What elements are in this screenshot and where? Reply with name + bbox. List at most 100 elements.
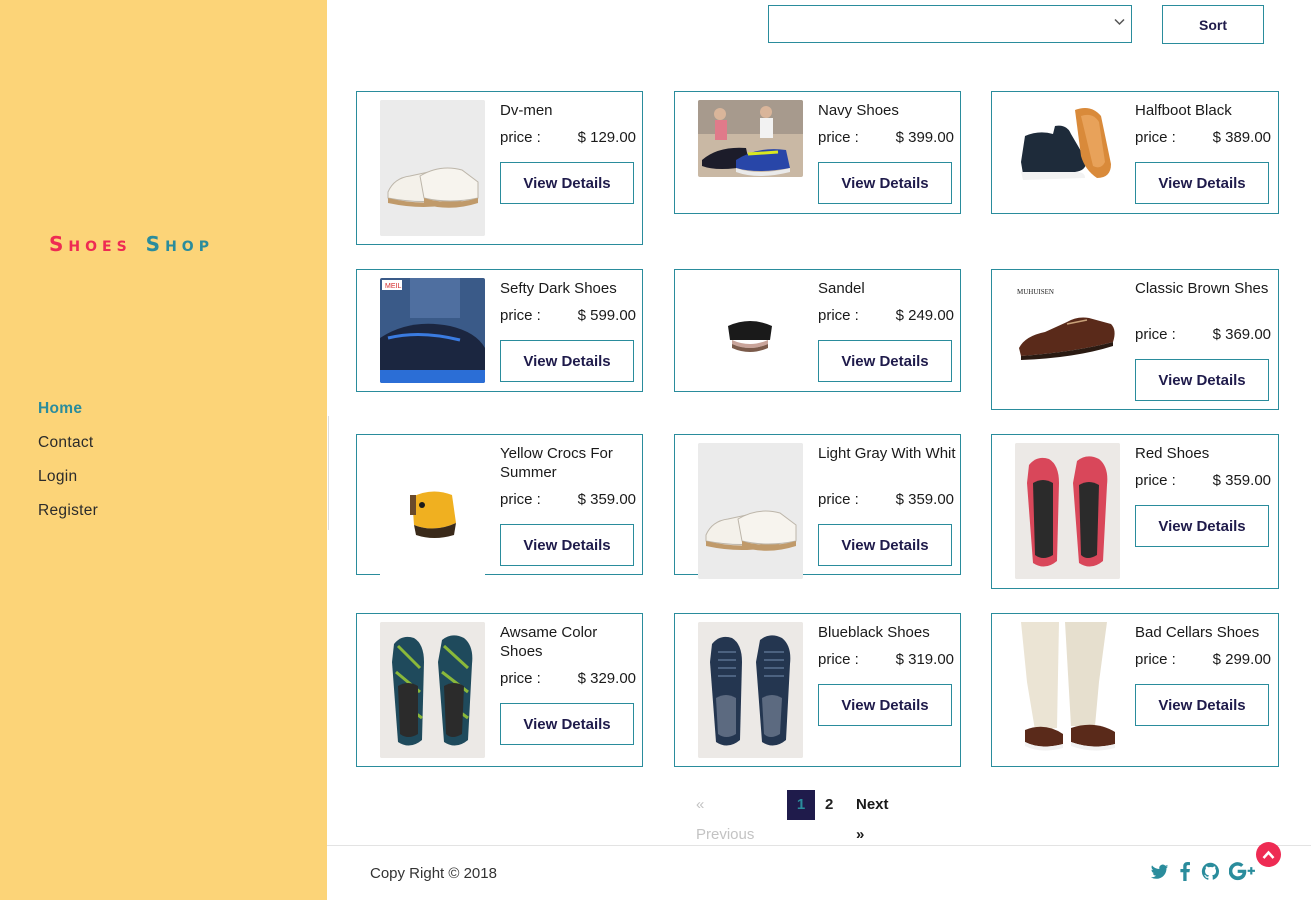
- product-price-row: price : $ 299.00: [1135, 651, 1271, 668]
- twitter-icon[interactable]: [1150, 862, 1169, 884]
- pagination-next[interactable]: Next »: [856, 790, 889, 843]
- view-details-button[interactable]: View Details: [500, 524, 634, 566]
- sidebar: Shoes Shop Home Contact Login Register: [0, 0, 327, 900]
- pagination-previous[interactable]: « Previous: [696, 790, 754, 843]
- facebook-icon[interactable]: [1178, 862, 1192, 884]
- product-image[interactable]: [1015, 100, 1120, 190]
- price-value: $ 389.00: [1212, 129, 1271, 146]
- price-label: price :: [1135, 651, 1176, 668]
- view-details-button[interactable]: View Details: [500, 340, 634, 382]
- price-label: price :: [818, 307, 859, 324]
- product-price-row: price : $ 369.00: [1135, 326, 1271, 343]
- product-image[interactable]: [380, 622, 485, 758]
- pagination-page-1[interactable]: 1: [787, 790, 815, 820]
- product-card: Halfboot Black price : $ 389.00 View Deta…: [991, 91, 1279, 214]
- product-name: Bad Cellars Shoes: [1135, 624, 1260, 641]
- price-label: price :: [818, 491, 859, 508]
- view-details-button[interactable]: View Details: [818, 340, 952, 382]
- footer-divider: [327, 845, 1311, 846]
- price-label: price :: [818, 651, 859, 668]
- price-value: $ 599.00: [577, 307, 636, 324]
- price-value: $ 369.00: [1212, 326, 1271, 343]
- product-name: Light Gray With Whit: [818, 445, 956, 462]
- product-image[interactable]: [698, 278, 803, 383]
- price-value: $ 129.00: [577, 129, 636, 146]
- product-card: Bad Cellars Shoes price : $ 299.00 View D…: [991, 613, 1279, 767]
- product-name: Dv-men: [500, 102, 553, 119]
- price-label: price :: [500, 670, 541, 687]
- brand-word-2: Shop: [145, 232, 214, 256]
- price-label: price :: [500, 491, 541, 508]
- view-details-button[interactable]: View Details: [1135, 162, 1269, 204]
- product-image[interactable]: [698, 443, 803, 579]
- product-card: Dv-men price : $ 129.00 View Details: [356, 91, 643, 245]
- price-label: price :: [1135, 129, 1176, 146]
- view-details-button[interactable]: View Details: [1135, 684, 1269, 726]
- view-details-button[interactable]: View Details: [500, 162, 634, 204]
- sort-select[interactable]: [768, 5, 1132, 43]
- product-price-row: price : $ 249.00: [818, 307, 954, 324]
- product-card: Yellow Crocs For Summer price : $ 359.00 …: [356, 434, 643, 579]
- product-card: MUHUISEN Classic Brown Shes price : $ 369…: [991, 269, 1279, 410]
- brand-word-1: Shoes: [49, 232, 132, 256]
- product-name: Blueblack Shoes: [818, 624, 930, 641]
- product-image-text: MEIL: [385, 283, 401, 290]
- product-price-row: price : $ 599.00: [500, 307, 636, 324]
- price-value: $ 359.00: [1212, 472, 1271, 489]
- view-details-button[interactable]: View Details: [818, 162, 952, 204]
- sort-button[interactable]: Sort: [1162, 5, 1264, 44]
- product-image[interactable]: [698, 100, 803, 177]
- price-value: $ 249.00: [895, 307, 954, 324]
- product-image[interactable]: [1015, 622, 1120, 758]
- view-details-button[interactable]: View Details: [818, 524, 952, 566]
- product-price-row: price : $ 399.00: [818, 129, 954, 146]
- price-label: price :: [500, 307, 541, 324]
- price-value: $ 399.00: [895, 129, 954, 146]
- product-card: MEIL Sefty Dark Shoes price : $ 599.00 Vi…: [356, 269, 643, 392]
- product-image-text: MUHUISEN: [1017, 288, 1054, 296]
- back-to-top-button[interactable]: [1256, 842, 1281, 867]
- product-image[interactable]: [1015, 443, 1120, 579]
- product-price-row: price : $ 329.00: [500, 670, 636, 687]
- github-icon[interactable]: [1201, 862, 1220, 884]
- product-name: Halfboot Black: [1135, 102, 1232, 119]
- price-value: $ 329.00: [577, 670, 636, 687]
- google-plus-icon[interactable]: [1228, 862, 1255, 884]
- product-image[interactable]: [698, 622, 803, 758]
- product-card: Red Shoes price : $ 359.00 View Details: [991, 434, 1279, 589]
- social-links: [1150, 862, 1255, 884]
- nav-item-home[interactable]: Home: [38, 398, 98, 432]
- view-details-button[interactable]: View Details: [500, 703, 634, 745]
- pagination-page-2[interactable]: 2: [825, 790, 833, 820]
- brand-logo[interactable]: Shoes Shop: [49, 232, 214, 256]
- price-label: price :: [1135, 326, 1176, 343]
- product-name: Navy Shoes: [818, 102, 899, 119]
- product-price-row: price : $ 359.00: [1135, 472, 1271, 489]
- product-name: Sandel: [818, 280, 865, 297]
- price-value: $ 359.00: [895, 491, 954, 508]
- price-value: $ 359.00: [577, 491, 636, 508]
- price-value: $ 319.00: [895, 651, 954, 668]
- product-card: Light Gray With Whit price : $ 359.00 Vie…: [674, 434, 961, 579]
- sidebar-divider: [328, 416, 329, 530]
- product-name: Classic Brown Shes: [1135, 280, 1269, 297]
- nav-item-login[interactable]: Login: [38, 466, 98, 500]
- product-image[interactable]: MEIL: [380, 278, 485, 383]
- sidebar-nav: Home Contact Login Register: [38, 398, 98, 534]
- nav-item-register[interactable]: Register: [38, 500, 98, 534]
- product-image[interactable]: [380, 443, 485, 579]
- view-details-button[interactable]: View Details: [1135, 505, 1269, 547]
- product-card: Awsame Color Shoes price : $ 329.00 View …: [356, 613, 643, 767]
- product-image[interactable]: MUHUISEN: [1015, 278, 1120, 368]
- chevron-up-icon: [1262, 850, 1275, 859]
- product-price-row: price : $ 359.00: [500, 491, 636, 508]
- view-details-button[interactable]: View Details: [818, 684, 952, 726]
- view-details-button[interactable]: View Details: [1135, 359, 1269, 401]
- product-image[interactable]: [380, 100, 485, 236]
- copyright-text: Copy Right © 2018: [370, 865, 497, 882]
- chevron-down-icon: [1114, 16, 1125, 30]
- price-label: price :: [500, 129, 541, 146]
- product-card: Navy Shoes price : $ 399.00 View Details: [674, 91, 961, 214]
- product-name: Awsame Color Shoes: [500, 624, 598, 660]
- nav-item-contact[interactable]: Contact: [38, 432, 98, 466]
